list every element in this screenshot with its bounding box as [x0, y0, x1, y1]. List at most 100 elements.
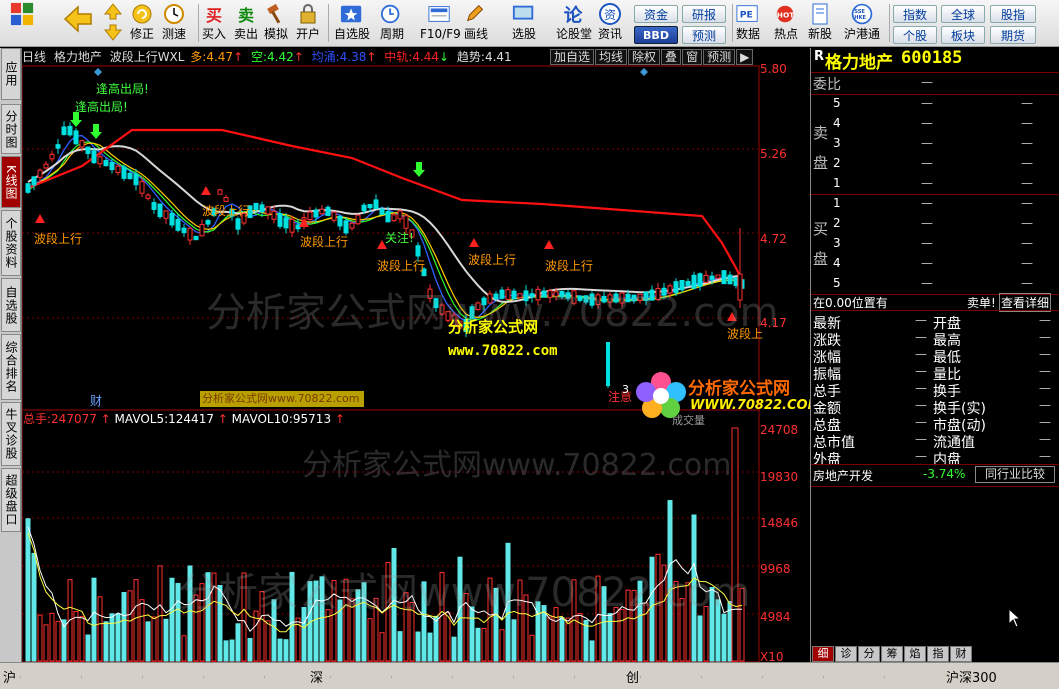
- up-triangle-signal: [35, 214, 45, 223]
- rise-signal-label-2: 波段上行: [300, 235, 349, 249]
- volume-bar: [163, 618, 169, 662]
- bottom-tab-5[interactable]: 指: [927, 646, 949, 662]
- funds-button[interactable]: 资金: [634, 5, 678, 23]
- candle-body: [223, 196, 229, 202]
- stat-row: 总市值 — 流通值 —: [813, 432, 1051, 451]
- open-account-button[interactable]: 开户: [296, 2, 320, 45]
- sector-button[interactable]: 板块: [941, 26, 985, 44]
- forum-button[interactable]: 论论股堂: [556, 2, 592, 45]
- stock-select-button[interactable]: 选股: [512, 2, 536, 45]
- news-button-label: 资讯: [598, 27, 623, 41]
- left-tab-1[interactable]: 分时图: [1, 104, 21, 154]
- app-menu-button[interactable]: [4, 2, 40, 45]
- candle-body: [265, 206, 271, 215]
- draw-line-button[interactable]: 画线: [464, 2, 488, 45]
- buy-button[interactable]: 买买入: [202, 2, 226, 45]
- left-tab-6[interactable]: 牛叉诊股: [1, 402, 21, 466]
- scroll-updown-button[interactable]: [101, 2, 125, 45]
- left-tab-4[interactable]: 自选股: [1, 278, 21, 332]
- left-tab-7[interactable]: 超级盘口: [1, 468, 21, 532]
- volume-bar: [223, 640, 229, 662]
- stat-row: 振幅 — 量比 —: [813, 364, 1051, 383]
- left-tab-3[interactable]: 个股资料: [1, 210, 21, 276]
- candle-body: [535, 288, 541, 301]
- bottom-tab-4[interactable]: 焰: [904, 646, 926, 662]
- finance-marker[interactable]: 财: [90, 392, 102, 409]
- buy-side-label: 买盘: [813, 220, 829, 268]
- volume-bar: [235, 623, 241, 662]
- candle-body: [691, 274, 697, 289]
- volume-bar: [679, 598, 685, 662]
- individual-stock-button[interactable]: 个股: [893, 26, 937, 44]
- stock-index-futures-button[interactable]: 股指: [990, 5, 1036, 23]
- new-stock-icon: [808, 2, 832, 26]
- back-button[interactable]: [58, 2, 98, 45]
- peer-compare-button[interactable]: 同行业比较: [975, 466, 1055, 483]
- candle-body: [25, 183, 31, 193]
- up-triangle-signal: [544, 240, 554, 249]
- left-tab-2[interactable]: K线图: [1, 156, 21, 208]
- left-tab-5[interactable]: 综合排名: [1, 334, 21, 400]
- price-tick-2: 4.72: [760, 232, 787, 246]
- candle-body: [403, 215, 409, 229]
- bottom-tab-1[interactable]: 诊: [835, 646, 857, 662]
- sector-name[interactable]: 房地产开发: [813, 467, 873, 484]
- bottom-tab-2[interactable]: 分: [858, 646, 880, 662]
- new-stock-button[interactable]: 新股: [808, 2, 832, 45]
- sell-button[interactable]: 卖卖出: [234, 2, 258, 45]
- simulate-button[interactable]: 模拟: [264, 2, 288, 45]
- candle-body: [673, 281, 679, 294]
- svg-text:SSE: SSE: [854, 9, 865, 15]
- index-button[interactable]: 指数: [893, 5, 937, 23]
- f10-button-label: F10/F9: [420, 27, 461, 41]
- bbd-button[interactable]: BBD: [634, 26, 678, 44]
- research-button[interactable]: 研报: [682, 5, 726, 23]
- stat-row: 金额 — 换手(实) —: [813, 398, 1051, 417]
- total-volume-value: 247077: [51, 412, 97, 426]
- f10-button[interactable]: F10/F9: [420, 2, 461, 45]
- volume-bar: [403, 592, 409, 662]
- bottom-tab-0[interactable]: 细: [812, 646, 834, 662]
- volume-bar: [205, 572, 211, 662]
- candle-body: [517, 293, 523, 299]
- news-button[interactable]: 资资讯: [598, 2, 622, 45]
- volume-bar: [169, 577, 175, 662]
- volume-bar: [523, 594, 529, 662]
- speedtest-button[interactable]: 测速: [162, 2, 186, 45]
- price-tick-3: 4.17: [760, 316, 787, 330]
- sh-hk-button[interactable]: SSE HKE 沪港通: [844, 2, 880, 45]
- candle-body: [151, 202, 157, 210]
- draw-line-button-label: 画线: [464, 27, 489, 41]
- volume-bar: [379, 632, 385, 662]
- data-button[interactable]: PE 数据: [736, 2, 760, 45]
- candle-body: [61, 126, 67, 135]
- futures-button[interactable]: 期货: [990, 26, 1036, 44]
- period-button[interactable]: 周期: [380, 2, 404, 45]
- order-level-row: 1— —: [833, 176, 1033, 190]
- candle-body: [685, 280, 691, 286]
- svg-text:论: 论: [564, 4, 583, 26]
- candle-body: [697, 273, 703, 287]
- stock-select-button-label: 选股: [512, 27, 537, 41]
- left-tab-0[interactable]: 应用: [1, 48, 21, 100]
- new-stock-button-label: 新股: [808, 27, 833, 41]
- candle-body: [259, 204, 265, 213]
- volume-bar: [247, 637, 253, 662]
- volume-bar: [361, 582, 367, 662]
- candle-body: [523, 290, 529, 302]
- volume-bar: [31, 552, 37, 662]
- bottom-tab-3[interactable]: 筹: [881, 646, 903, 662]
- volume-bar: [709, 587, 715, 662]
- volume-tag: 成交量: [672, 414, 705, 427]
- candle-body: [391, 214, 397, 222]
- watchlist-button[interactable]: 自选股: [334, 2, 370, 45]
- volume-bar: [511, 619, 517, 662]
- bottom-tab-6[interactable]: 财: [950, 646, 972, 662]
- modify-button[interactable]: 修正: [130, 2, 154, 45]
- candle-body: [613, 293, 619, 303]
- kline-chart-area[interactable]: [22, 48, 810, 662]
- forecast-button[interactable]: 预测: [682, 26, 726, 44]
- global-button[interactable]: 全球: [941, 5, 985, 23]
- volume-bar: [517, 579, 523, 662]
- hotspot-button[interactable]: HOT 热点: [774, 2, 798, 45]
